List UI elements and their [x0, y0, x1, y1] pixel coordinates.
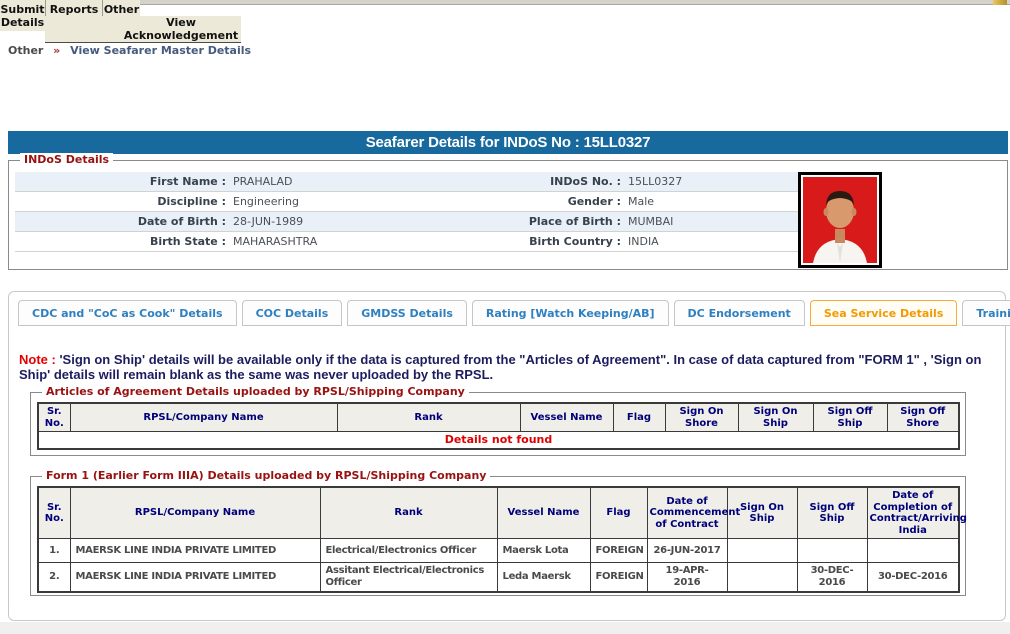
place-of-birth-value: MUMBAI [628, 215, 674, 228]
vessel-name: Leda Maersk [496, 562, 591, 593]
date-of-completion [866, 538, 960, 563]
indos-row-3: Date of Birth : 28-JUN-1989 Place of Bir… [15, 212, 801, 232]
place-of-birth-label: Place of Birth : [528, 215, 621, 228]
sr-no: 2. [37, 562, 71, 593]
birth-country-label: Birth Country : [529, 235, 621, 248]
indos-row-1: First Name : PRAHALAD INDoS No. : 15LL03… [15, 172, 801, 192]
tab-gmdss-details[interactable]: GMDSS Details [347, 300, 467, 326]
col-rpsl-company-name: RPSL/Company Name [69, 486, 321, 539]
col-rank: Rank [319, 486, 498, 539]
page-bottom-strip [0, 622, 1010, 634]
seafarer-photo-image [803, 177, 877, 263]
articles-header-row: Sr. No. RPSL/Company Name Rank Vessel Na… [37, 402, 960, 432]
form1-header-row: Sr. No. RPSL/Company Name Rank Vessel Na… [37, 486, 967, 539]
col-sign-on-ship: Sign On Ship [737, 402, 814, 432]
articles-table: Sr. No. RPSL/Company Name Rank Vessel Na… [37, 402, 960, 450]
note-text: 'Sign on Ship' details will be available… [19, 352, 982, 382]
birth-state-label: Birth State : [149, 235, 226, 248]
indos-no-label: INDoS No. : [550, 175, 621, 188]
rank: Electrical/Electronics Officer [319, 538, 498, 563]
col-sign-off-ship: Sign Off Ship [796, 486, 868, 539]
date-of-commencement: 26-JUN-2017 [646, 538, 728, 563]
breadcrumb: Other » View Seafarer Master Details [8, 44, 251, 57]
col-sr-no: Sr. No. [37, 486, 71, 539]
browser-chrome-strip [88, 0, 1010, 5]
form1-table: Sr. No. RPSL/Company Name Rank Vessel Na… [37, 486, 967, 593]
note-label: Note : [19, 352, 56, 367]
date-of-commencement: 19-APR-2016 [646, 562, 728, 593]
vessel-name: Maersk Lota [496, 538, 591, 563]
date-of-completion: 30-DEC-2016 [866, 562, 960, 593]
tab-rating-watch-keeping-ab[interactable]: Rating [Watch Keeping/AB] [471, 300, 669, 326]
col-rank: Rank [336, 402, 521, 432]
indos-row-4: Birth State : MAHARASHTRA Birth Country … [15, 232, 801, 252]
breadcrumb-page[interactable]: View Seafarer Master Details [70, 44, 251, 57]
indos-field-rows: First Name : PRAHALAD INDoS No. : 15LL03… [15, 172, 801, 252]
tab-cdc-coc-as-cook-details[interactable]: CDC and "CoC as Cook" Details [18, 300, 237, 326]
col-flag: Flag [589, 486, 648, 539]
rank: Assitant Electrical/Electronics Officer [319, 562, 498, 593]
articles-of-agreement-fieldset: Articles of Agreement Details uploaded b… [30, 385, 966, 456]
col-date-of-commencement: Date of Commencement of Contract [646, 486, 740, 539]
date-of-birth-label: Date of Birth : [137, 215, 226, 228]
flag: FOREIGN [589, 538, 648, 563]
sign-off-ship [796, 538, 868, 563]
gender-label: Gender : [567, 195, 621, 208]
submenu-view-acknowledgement[interactable]: View Acknowledgement [45, 16, 241, 43]
form1-legend: Form 1 (Earlier Form IIIA) Details uploa… [42, 469, 491, 482]
discipline-label: Discipline : [157, 195, 226, 208]
breadcrumb-section: Other [8, 44, 44, 57]
sign-on-ship [726, 562, 798, 593]
indos-details-fieldset: INDoS Details First Name : PRAHALAD INDo… [8, 153, 1008, 270]
col-sign-off-shore: Sign Off Shore [886, 402, 960, 432]
menu-item-submit-details[interactable]: Submit Details [0, 0, 46, 31]
col-vessel-name: Vessel Name [519, 402, 614, 432]
sign-on-ship [726, 538, 798, 563]
sign-off-ship: 30-DEC-2016 [796, 562, 868, 593]
rpsl-company-name: MAERSK LINE INDIA PRIVATE LIMITED [69, 562, 321, 593]
rpsl-company-name: MAERSK LINE INDIA PRIVATE LIMITED [69, 538, 321, 563]
indos-details-legend: INDoS Details [20, 153, 114, 166]
form1-row-2: 2. MAERSK LINE INDIA PRIVATE LIMITED Ass… [37, 562, 960, 593]
form1-fieldset: Form 1 (Earlier Form IIIA) Details uploa… [30, 469, 967, 596]
first-name-value: PRAHALAD [233, 175, 293, 188]
form1-row-1: 1. MAERSK LINE INDIA PRIVATE LIMITED Ele… [37, 538, 960, 563]
articles-legend: Articles of Agreement Details uploaded b… [42, 385, 469, 398]
birth-state-value: MAHARASHTRA [233, 235, 318, 248]
page: Submit Details Reports Other View Acknow… [0, 0, 1010, 634]
detail-tabs: CDC and "CoC as Cook" Details COC Detail… [18, 300, 1010, 326]
submenu-label: View Acknowledgement [123, 16, 239, 42]
col-rpsl-company-name: RPSL/Company Name [69, 402, 338, 432]
discipline-value: Engineering [233, 195, 299, 208]
tab-training-details[interactable]: Training Details [962, 300, 1010, 326]
col-flag: Flag [612, 402, 666, 432]
page-title: Seafarer Details for INDoS No : 15LL0327 [8, 131, 1008, 154]
tab-coc-details[interactable]: COC Details [241, 300, 343, 326]
indos-row-2: Discipline : Engineering Gender : Male [15, 192, 801, 212]
date-of-birth-value: 28-JUN-1989 [233, 215, 304, 228]
col-sign-off-ship: Sign Off Ship [812, 402, 888, 432]
tab-sea-service-details[interactable]: Sea Service Details [809, 300, 958, 326]
details-not-found-message: Details not found [37, 431, 960, 449]
tab-content-panel: CDC and "CoC as Cook" Details COC Detail… [8, 291, 1010, 621]
browser-icon [993, 0, 1007, 5]
col-sr-no: Sr. No. [37, 402, 71, 432]
gender-value: Male [628, 195, 655, 208]
indos-no-value: 15LL0327 [628, 175, 683, 188]
articles-empty-row: Details not found [37, 431, 960, 449]
seafarer-photo [798, 172, 882, 268]
col-vessel-name: Vessel Name [496, 486, 591, 539]
birth-country-value: INDIA [628, 235, 659, 248]
sr-no: 1. [37, 538, 71, 563]
col-sign-on-shore: Sign On Shore [664, 402, 739, 432]
flag: FOREIGN [589, 562, 648, 593]
sign-on-ship-note: Note : 'Sign on Ship' details will be av… [19, 352, 987, 382]
breadcrumb-separator-icon: » [53, 44, 61, 57]
tab-dc-endorsement[interactable]: DC Endorsement [673, 300, 805, 326]
first-name-label: First Name : [149, 175, 226, 188]
col-date-of-completion: Date of Completion of Contract/Arriving … [866, 486, 967, 539]
